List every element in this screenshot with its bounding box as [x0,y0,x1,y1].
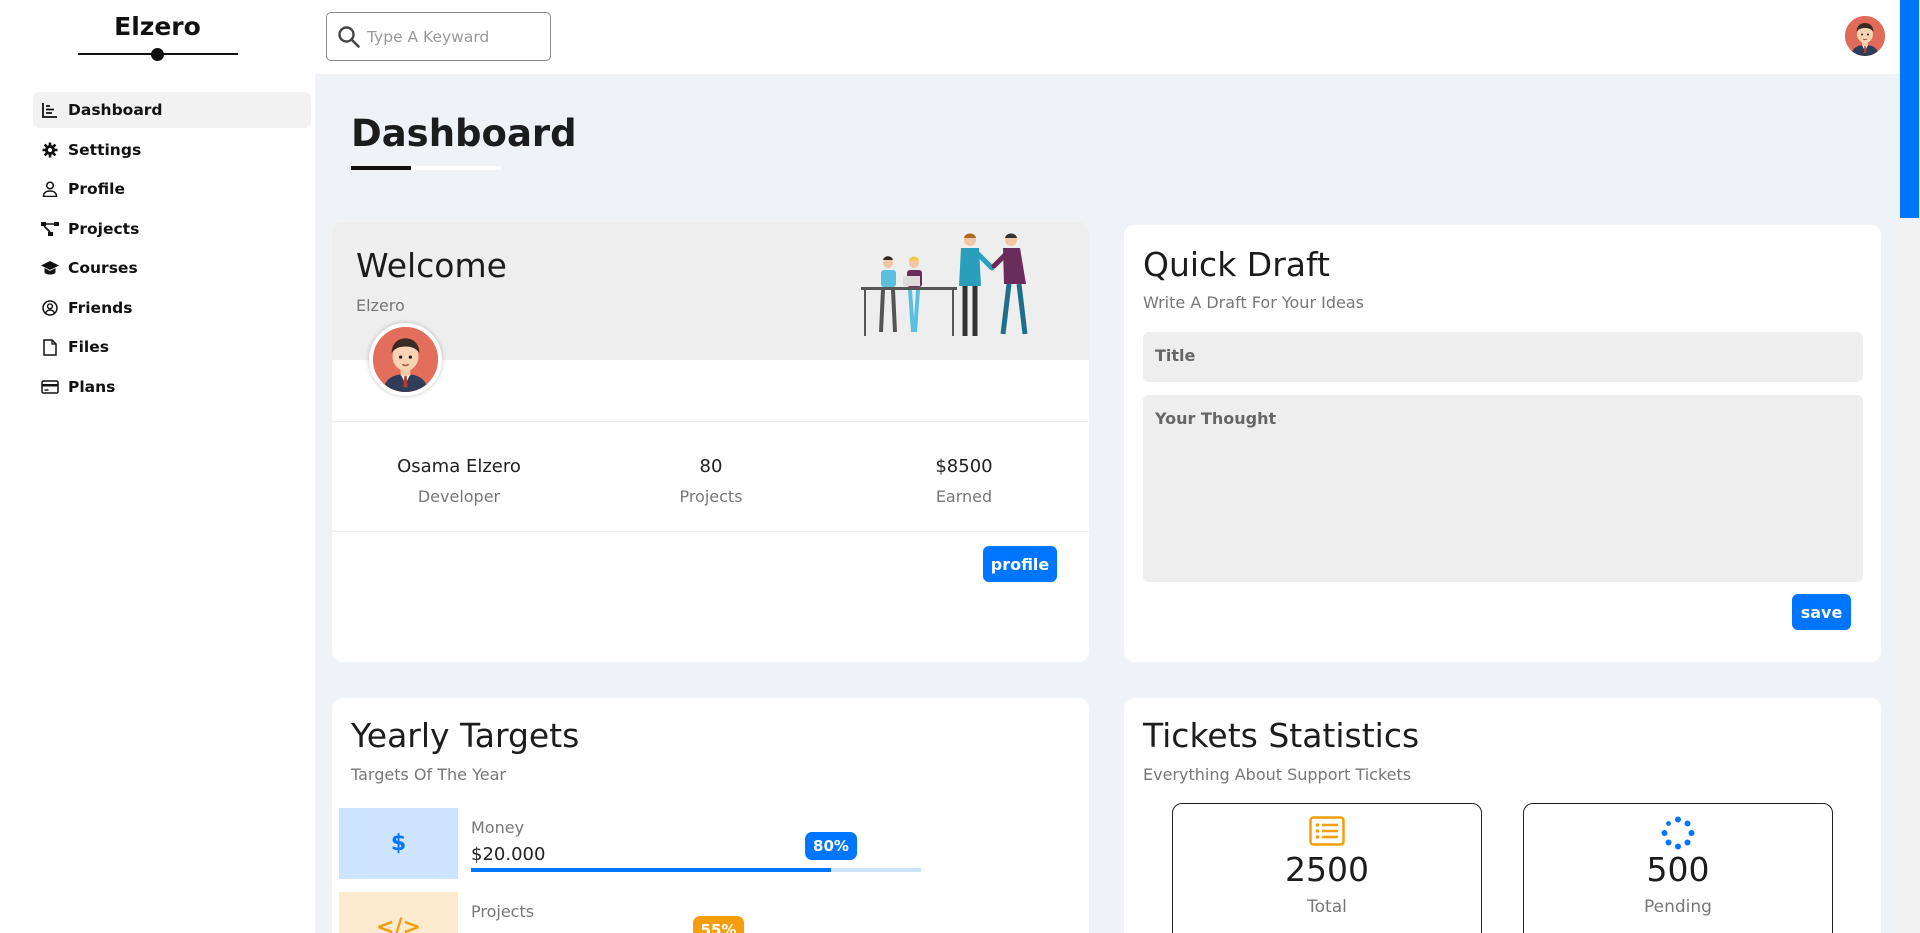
welcome-title: Welcome [356,246,507,285]
yearly-targets-subtitle: Targets Of The Year [351,765,506,784]
welcome-stat-name: Osama Elzero Developer [359,456,559,506]
sidebar-item-label: Settings [68,140,142,159]
gear-icon [41,141,59,159]
search-input[interactable] [367,27,537,46]
save-button[interactable]: save [1792,594,1851,630]
welcome-divider-top [332,421,1089,422]
spinner-icon [1661,816,1695,850]
sidebar-item-label: Files [68,338,109,356]
page-title-underline [351,166,501,170]
sidebar-item-profile[interactable]: Profile [33,171,311,207]
search-icon [337,25,361,49]
stat-value: Osama Elzero [397,456,521,477]
target-name: Projects [471,902,535,921]
dollar-icon: $ [339,808,458,879]
logo: Elzero [114,12,201,41]
sidebar-item-dashboard[interactable]: Dashboard [33,92,311,128]
welcome-subtitle: Elzero [356,296,405,315]
sidebar-item-label: Plans [68,377,116,396]
target-percent-badge: 55% [692,916,745,933]
scrollbar-thumb[interactable] [1900,0,1919,218]
ticket-stat-pending: 500 Pending [1523,803,1833,933]
profile-button[interactable]: profile [983,546,1057,582]
stat-label: Projects [679,487,743,506]
sidebar-item-label: Profile [68,180,125,198]
stat-label: Earned [935,487,993,506]
sidebar-nav: Dashboard Settings Profile Projects Cour… [33,92,311,408]
ticket-stat-label: Total [1307,897,1347,917]
target-value: $20.000 [471,844,546,865]
list-icon [1309,816,1345,848]
stat-value: $8500 [935,456,993,477]
sidebar: Elzero Dashboard Settings Profile Projec… [0,0,315,933]
welcome-divider-bottom [332,531,1089,532]
search-box[interactable] [326,12,551,61]
ticket-stat-value: 2500 [1285,850,1369,889]
target-progress-track [471,868,921,872]
sidebar-item-projects[interactable]: Projects [33,211,311,247]
page-title: Dashboard [351,112,577,155]
avatar[interactable] [1845,16,1885,56]
yearly-targets-title: Yearly Targets [351,716,580,755]
diagram-icon [41,220,59,238]
welcome-card: Welcome Elzero Osama Elzero Developer 80… [332,222,1089,662]
target-name: Money [471,818,525,837]
stat-label: Developer [417,487,501,506]
logo-dot [151,48,164,61]
file-icon [41,338,59,356]
header [315,0,1920,74]
tickets-title: Tickets Statistics [1143,716,1420,755]
sidebar-item-label: Dashboard [68,101,163,119]
graduation-cap-icon [41,259,59,277]
chart-icon [41,101,59,119]
ticket-stat-label: Pending [1644,897,1712,917]
draft-title-input[interactable]: Title [1143,332,1863,382]
quick-draft-card: Quick Draft Write A Draft For Your Ideas… [1124,225,1881,662]
sidebar-item-plans[interactable]: Plans [33,369,311,405]
welcome-stat-projects: 80 Projects [611,456,811,506]
user-circle-icon [41,299,59,317]
draft-thought-textarea[interactable]: Your Thought [1143,395,1863,582]
sidebar-item-files[interactable]: Files [33,329,311,365]
ticket-stat-value: 500 [1646,850,1710,889]
credit-card-icon [41,378,59,396]
yearly-targets-card: Yearly Targets Targets Of The Year $ Mon… [332,698,1089,933]
quick-draft-subtitle: Write A Draft For Your Ideas [1143,293,1364,312]
ticket-stat-total: 2500 Total [1172,803,1482,933]
tickets-statistics-card: Tickets Statistics Everything About Supp… [1124,698,1881,933]
quick-draft-title: Quick Draft [1143,245,1330,284]
stat-value: 80 [699,456,723,477]
sidebar-item-settings[interactable]: Settings [33,132,311,168]
welcome-illustration [857,230,1057,342]
code-icon: </> [339,892,458,933]
target-percent-badge: 80% [805,832,857,860]
welcome-avatar [369,323,442,396]
sidebar-item-label: Projects [68,219,140,238]
main-content: Dashboard Welcome Elzero Osama Elzero De… [315,74,1899,933]
page-scrollbar[interactable] [1899,0,1920,933]
target-progress-fill [471,868,831,872]
sidebar-item-friends[interactable]: Friends [33,290,311,326]
sidebar-item-label: Courses [68,259,138,277]
welcome-stat-earned: $8500 Earned [864,456,1064,506]
user-icon [41,180,59,198]
sidebar-item-label: Friends [68,298,133,317]
sidebar-item-courses[interactable]: Courses [33,250,311,286]
tickets-subtitle: Everything About Support Tickets [1143,765,1412,784]
